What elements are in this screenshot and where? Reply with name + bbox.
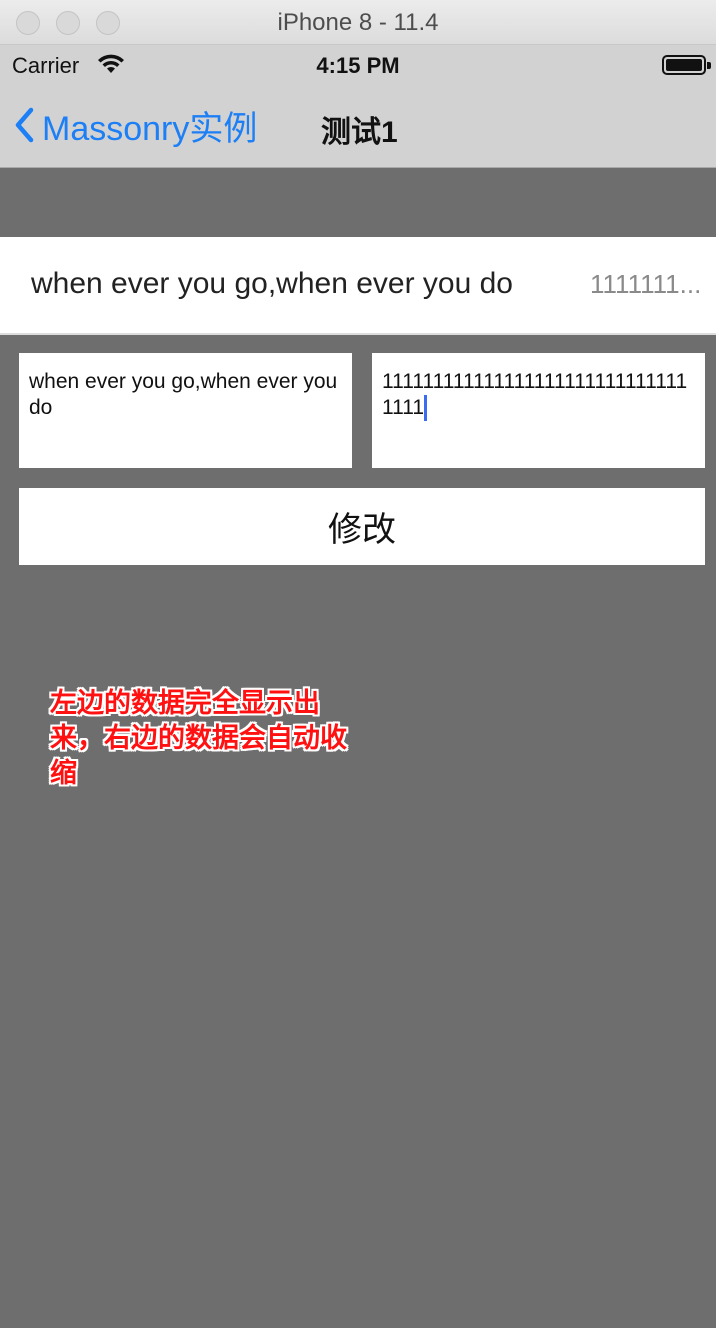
modify-button[interactable]: 修改	[19, 488, 705, 565]
chevron-left-icon	[15, 107, 34, 143]
left-text-input[interactable]: when ever you go,when ever you do	[19, 353, 352, 468]
window-title: iPhone 8 - 11.4	[277, 9, 439, 36]
display-row: when ever you go,when ever you do 111111…	[0, 237, 716, 335]
right-display-label: 1111111...	[590, 269, 700, 299]
window-title-bar: iPhone 8 - 11.4	[0, 0, 716, 45]
annotation-text: 左边的数据完全显示出来，右边的数据会自动收缩	[50, 688, 347, 789]
right-text-input[interactable]: 1111111111111111111111111111111111	[372, 353, 705, 468]
navigation-header: Carrier 4:15 PM Massonry实例 测试1	[0, 45, 716, 168]
left-input-value: when ever you go,when ever you do	[29, 370, 338, 419]
text-cursor	[424, 395, 428, 421]
left-display-label: when ever you go,when ever you do	[31, 267, 513, 300]
status-time: 4:15 PM	[316, 53, 400, 78]
right-input-value: 1111111111111111111111111111111111	[382, 370, 688, 419]
battery-icon	[662, 55, 711, 75]
back-button-label: Massonry实例	[42, 109, 258, 148]
back-button[interactable]: Massonry实例	[14, 105, 257, 148]
nav-title: 测试1	[321, 116, 398, 149]
